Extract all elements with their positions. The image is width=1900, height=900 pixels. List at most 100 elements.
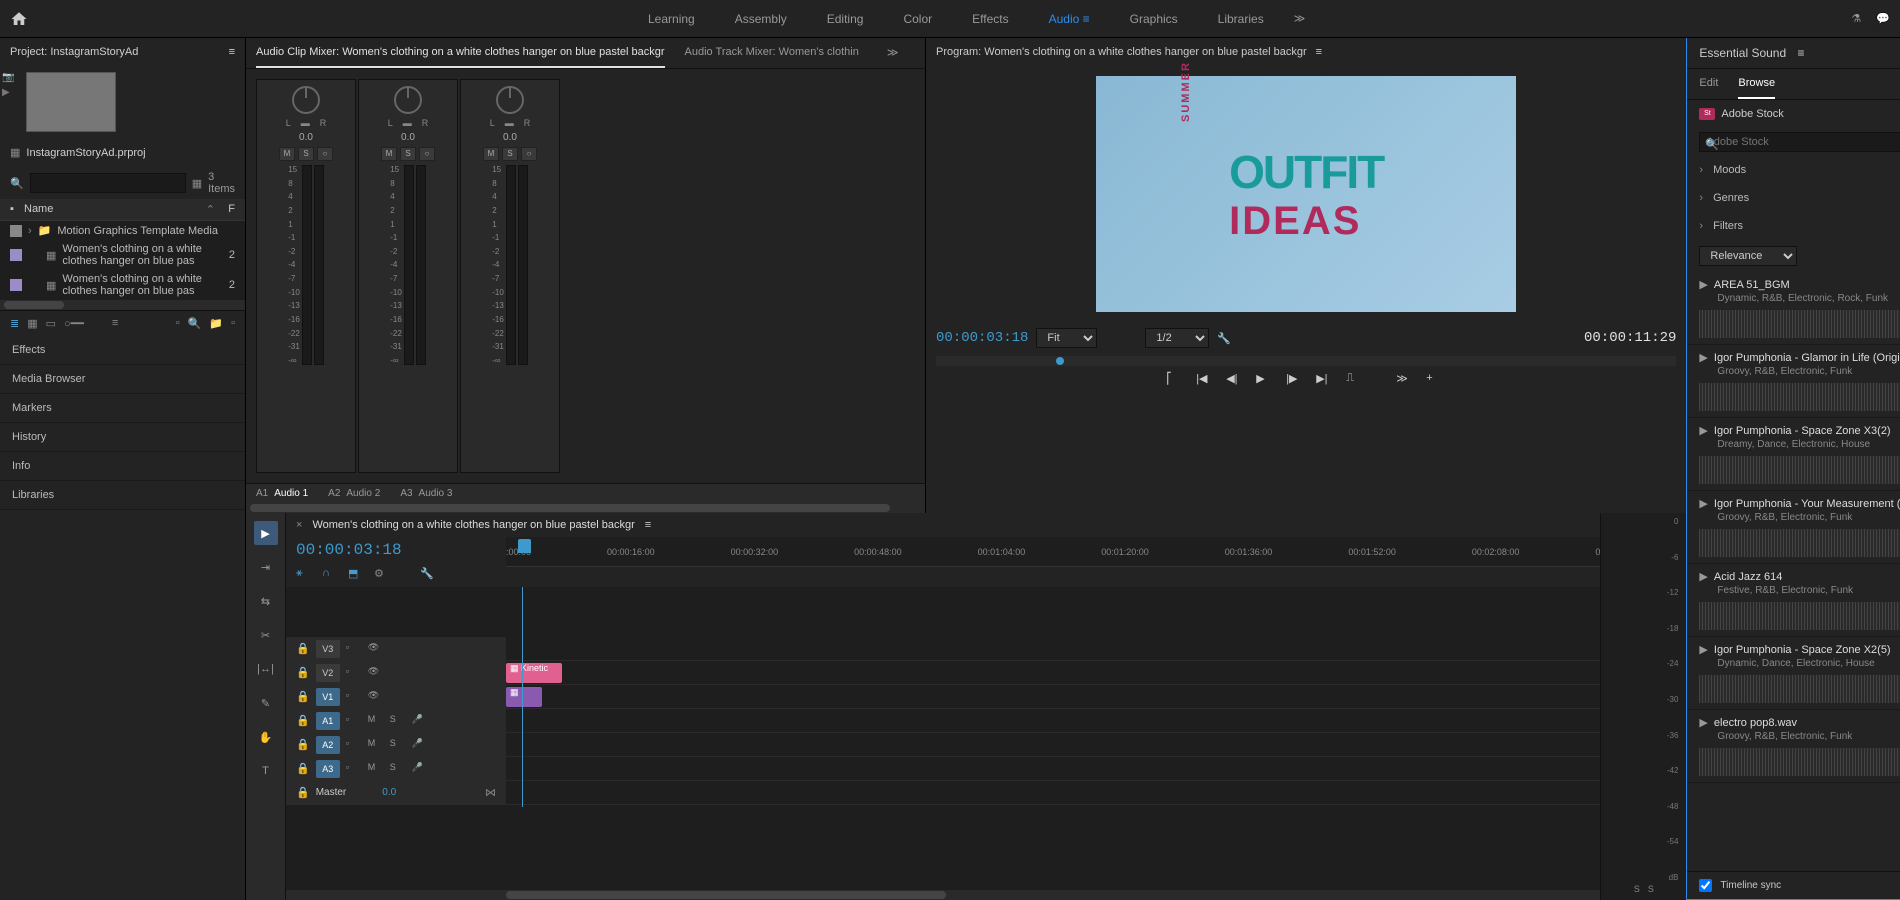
auto-icon[interactable]: ▫ <box>176 317 180 330</box>
lock-icon[interactable]: 🔒 <box>296 666 310 679</box>
add-btn-icon[interactable]: + <box>1426 372 1446 392</box>
solo-button[interactable]: S <box>390 714 406 728</box>
list-view-icon[interactable]: ≣ <box>10 317 19 330</box>
track-label[interactable]: V3 <box>316 640 340 658</box>
new-item-icon[interactable]: ▫ <box>231 317 235 330</box>
solo-button[interactable]: S <box>390 738 406 752</box>
lock-icon[interactable]: 🔒 <box>296 738 310 751</box>
side-panel-info[interactable]: Info <box>0 452 245 481</box>
lock-icon[interactable]: 🔒 <box>296 762 310 775</box>
solo-l[interactable]: S <box>1634 884 1640 894</box>
fit-dropdown[interactable]: Fit <box>1036 328 1097 348</box>
program-tc-in[interactable]: 00:00:03:18 <box>936 330 1028 346</box>
workspace-tab-learning[interactable]: Learning <box>628 0 715 38</box>
workspace-tab-effects[interactable]: Effects <box>952 0 1028 38</box>
pan-knob[interactable] <box>394 86 422 114</box>
settings-icon[interactable]: ⚙ <box>374 567 390 583</box>
step-back-icon[interactable]: ◀| <box>1226 372 1246 392</box>
eye-icon[interactable]: 👁 <box>368 666 384 680</box>
side-panel-history[interactable]: History <box>0 423 245 452</box>
solo-button[interactable]: S <box>502 147 518 161</box>
lift-icon[interactable]: ⎍ <box>1346 372 1366 392</box>
hand-tool-icon[interactable]: ✋ <box>254 725 278 749</box>
mixer-track-tab[interactable]: A2Audio 2 <box>318 484 390 503</box>
bin-row[interactable]: ▦ Women's clothing on a white clothes ha… <box>0 240 245 270</box>
solo-button[interactable]: S <box>400 147 416 161</box>
bin-row[interactable]: ▦ Women's clothing on a white clothes ha… <box>0 270 245 300</box>
es-filter-filters[interactable]: ›Filters <box>1687 212 1900 240</box>
mixer-track-tab[interactable]: A3Audio 3 <box>390 484 462 503</box>
panel-menu-icon[interactable]: ≡ <box>645 519 651 531</box>
adobe-stock-label[interactable]: Adobe Stock <box>1721 108 1783 120</box>
workspace-tab-editing[interactable]: Editing <box>807 0 884 38</box>
sync-lock-icon[interactable]: ▫ <box>346 738 362 752</box>
step-fwd-icon[interactable]: |▶ <box>1286 372 1306 392</box>
type-tool-icon[interactable]: T <box>254 759 278 783</box>
ripple-tool-icon[interactable]: ⇆ <box>254 589 278 613</box>
workspace-tab-libraries[interactable]: Libraries <box>1198 0 1284 38</box>
lock-icon[interactable]: 🔒 <box>296 714 310 727</box>
sync-lock-icon[interactable]: ▫ <box>346 666 362 680</box>
mute-button[interactable]: M <box>483 147 499 161</box>
slip-tool-icon[interactable]: |↔| <box>254 657 278 681</box>
tab-clip-mixer[interactable]: Audio Clip Mixer: Women's clothing on a … <box>256 38 665 68</box>
play-thumb-icon[interactable]: ▶ <box>2 87 14 98</box>
es-track-item[interactable]: ▶ AREA 51_BGM 3:52 144 BPM Dynamic, R&B,… <box>1687 272 1900 345</box>
mute-button[interactable]: M <box>381 147 397 161</box>
snap-icon[interactable]: ⚹ <box>296 567 312 583</box>
goto-out-icon[interactable]: ▶| <box>1316 372 1336 392</box>
play-icon[interactable]: ▶ <box>1699 278 1707 291</box>
tab-track-mixer[interactable]: Audio Track Mixer: Women's clothin <box>685 38 859 68</box>
timeline-timecode[interactable]: 00:00:03:18 <box>286 537 506 563</box>
selection-tool-icon[interactable]: ▶ <box>254 521 278 545</box>
track-label[interactable]: A3 <box>316 760 340 778</box>
master-out-icon[interactable]: ⋈ <box>485 786 496 799</box>
bin-row[interactable]: ›📁 Motion Graphics Template Media <box>0 221 245 240</box>
overflow-icon[interactable]: ≫ <box>879 38 907 68</box>
play-icon[interactable]: ▶ <box>1699 497 1707 510</box>
pan-knob[interactable] <box>292 86 320 114</box>
pan-knob[interactable] <box>496 86 524 114</box>
play-icon[interactable]: ▶ <box>1699 643 1707 656</box>
chevron-icon[interactable]: › <box>28 225 32 237</box>
mute-button[interactable]: M <box>368 738 384 752</box>
sync-lock-icon[interactable]: ▫ <box>346 690 362 704</box>
timeline-sync-checkbox[interactable] <box>1699 879 1712 892</box>
eye-icon[interactable]: 👁 <box>368 642 384 656</box>
close-seq-icon[interactable]: × <box>296 519 302 531</box>
export-frame-icon[interactable]: ≫ <box>1396 372 1416 392</box>
link-icon[interactable]: ∩ <box>322 567 338 583</box>
eye-icon[interactable]: 👁 <box>368 690 384 704</box>
workspace-tab-assembly[interactable]: Assembly <box>715 0 807 38</box>
side-panel-libraries[interactable]: Libraries <box>0 481 245 510</box>
solo-button[interactable]: S <box>390 762 406 776</box>
home-icon[interactable] <box>10 10 28 28</box>
wrench-icon[interactable]: 🔧 <box>420 567 436 583</box>
waveform[interactable] <box>1699 310 1900 338</box>
track-label[interactable]: V1 <box>316 688 340 706</box>
project-search-input[interactable] <box>30 173 186 193</box>
sync-lock-icon[interactable]: ▫ <box>346 714 362 728</box>
bin-icon[interactable]: ▦ <box>192 177 202 190</box>
es-search-input[interactable] <box>1699 132 1900 152</box>
lock-icon[interactable]: 🔒 <box>296 642 310 655</box>
es-track-item[interactable]: ▶ Igor Pumphonia - Your Measurement (O..… <box>1687 491 1900 564</box>
waveform[interactable] <box>1699 383 1900 411</box>
es-track-item[interactable]: ▶ Igor Pumphonia - Space Zone X2(5) 5:43… <box>1687 637 1900 710</box>
mic-icon[interactable]: 🎤 <box>412 762 428 776</box>
rec-button[interactable]: ○ <box>317 147 333 161</box>
pen-tool-icon[interactable]: ✎ <box>254 691 278 715</box>
camera-icon[interactable]: 📷 <box>2 72 14 83</box>
mixer-track-tab[interactable]: A1Audio 1 <box>246 484 318 503</box>
master-val[interactable]: 0.0 <box>382 787 396 798</box>
panel-menu-icon[interactable]: ≡ <box>1798 46 1805 60</box>
col-f-header[interactable]: F <box>215 203 235 216</box>
res-dropdown[interactable]: 1/2 <box>1145 328 1209 348</box>
lock-icon[interactable]: 🔒 <box>296 690 310 703</box>
es-tab-edit[interactable]: Edit <box>1699 69 1718 99</box>
find-icon[interactable]: 🔍 <box>188 317 202 330</box>
es-track-item[interactable]: ▶ Igor Pumphonia - Space Zone X3(2) 🎤 3:… <box>1687 418 1900 491</box>
solo-r[interactable]: S <box>1648 884 1654 894</box>
side-panel-markers[interactable]: Markers <box>0 394 245 423</box>
rec-button[interactable]: ○ <box>521 147 537 161</box>
